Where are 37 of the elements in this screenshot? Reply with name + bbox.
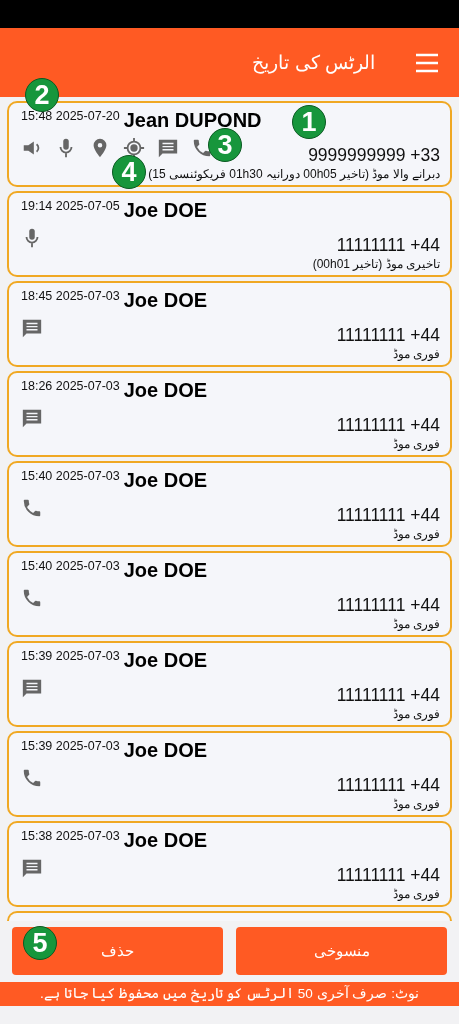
date-time: 15:39 2025-07-03 xyxy=(21,649,120,663)
contact-name: Joe DOE xyxy=(123,289,208,312)
contact-name: Joe DOE xyxy=(123,199,208,222)
screen-title: الرٹس کی تاریخ xyxy=(252,51,375,74)
contact-name: Joe DOE xyxy=(123,829,208,852)
date-time: 15:40 2025-07-03 xyxy=(21,559,120,573)
alert-mode: دبرانے والا موڈ (تاخیر 00h05 دورانیہ 01h30 فریکوئنسی 15) xyxy=(148,167,440,181)
alert-mode: تاخیری موڈ (تاخیر 00h01) xyxy=(312,257,440,271)
phone-number: 9999999999 +33 xyxy=(308,144,440,166)
date-time: 15:38 2025-07-03 xyxy=(21,829,120,843)
date-time: 15:40 2025-07-03 xyxy=(21,469,120,483)
contact-name: Joe DOE xyxy=(123,649,208,672)
phone-number: 11111111 +44 xyxy=(336,234,440,256)
alert-mode: فوری موڈ xyxy=(392,797,440,811)
alert-mode: فوری موڈ xyxy=(392,347,440,361)
phone-number: 11111111 +44 xyxy=(336,414,440,436)
alert-mode: فوری موڈ xyxy=(392,527,440,541)
alert-mode: فوری موڈ xyxy=(392,707,440,721)
alert-mode: فوری موڈ xyxy=(392,437,440,451)
contact-name: Joe DOE xyxy=(123,379,208,402)
phone-number: 11111111 +44 xyxy=(336,594,440,616)
phone-number: 11111111 +44 xyxy=(336,324,440,346)
date-time: 15:39 2025-07-03 xyxy=(21,739,120,753)
contact-name: Joe DOE xyxy=(123,559,208,582)
contact-name: Joe DOE xyxy=(123,739,208,762)
phone-number: 11111111 +44 xyxy=(336,504,440,526)
phone-number: 11111111 +44 xyxy=(336,774,440,796)
alert-mode: فوری موڈ xyxy=(392,887,440,901)
note-banner: نوٹ: صرف آخری 50 الرٹس کو تاریخ میں محفوظ کیا جاتا ہے. xyxy=(0,982,459,1006)
date-time: 15:48 2025-07-20 xyxy=(21,109,120,123)
date-time: 18:45 2025-07-03 xyxy=(21,289,120,303)
phone-number: 11111111 +44 xyxy=(336,684,440,706)
date-time: 19:14 2025-07-05 xyxy=(21,199,120,213)
date-time: 18:26 2025-07-03 xyxy=(21,379,120,393)
contact-name: Joe DOE xyxy=(123,469,208,492)
phone-number: 11111111 +44 xyxy=(336,864,440,886)
alert-mode: فوری موڈ xyxy=(392,617,440,631)
